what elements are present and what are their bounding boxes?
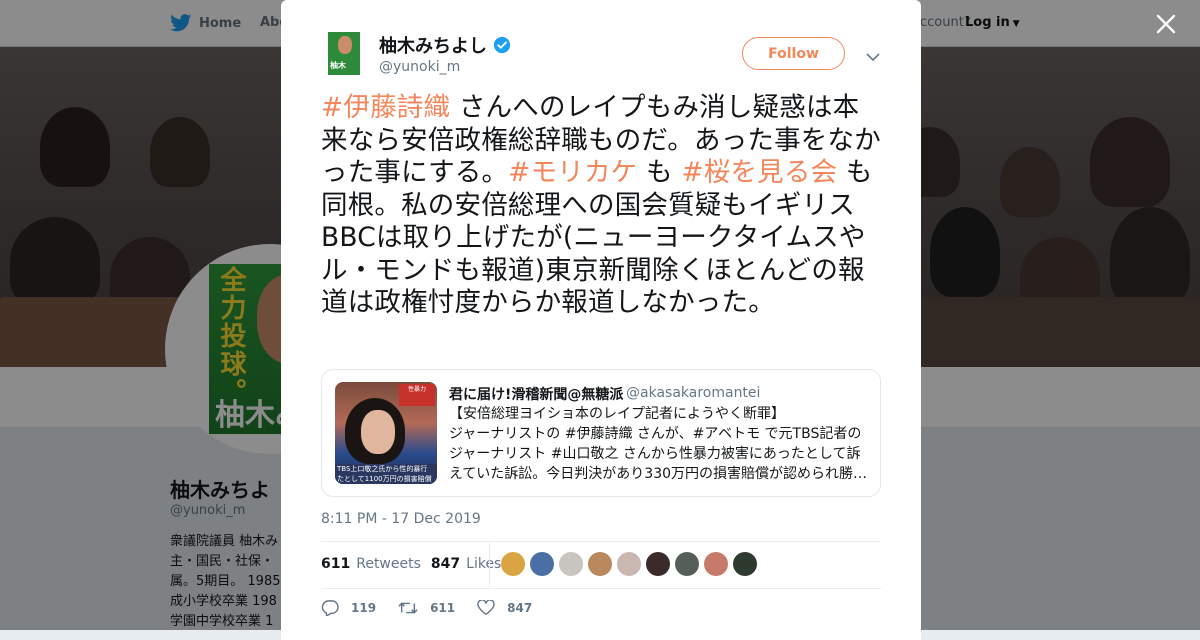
liker-avatar[interactable]	[733, 552, 757, 576]
stats-separator	[489, 543, 490, 587]
tweet-text-segment: も	[637, 157, 682, 188]
author-avatar[interactable]: 柚木	[328, 32, 360, 75]
divider	[321, 541, 881, 542]
like-count: 847	[507, 601, 533, 615]
tweet-text: #伊藤詩織 さんへのレイプもみ消し疑惑は本来なら安倍政権総辞職ものだ。あった事を…	[321, 92, 886, 320]
divider	[321, 588, 881, 589]
hashtag-link[interactable]: #伊藤詩織	[321, 92, 450, 123]
liker-avatar[interactable]	[646, 552, 670, 576]
hashtag-link[interactable]: #桜を見る会	[681, 157, 837, 188]
retweets-count: 611	[321, 556, 351, 572]
author-handle[interactable]: @yunoki_m	[379, 59, 460, 75]
author-name[interactable]: 柚木みちよし	[379, 32, 511, 58]
tweet-modal: 柚木 柚木みちよし @yunoki_m Follow #伊藤詩織 さんへのレイプ…	[281, 0, 921, 640]
liker-avatar[interactable]	[501, 552, 525, 576]
likes-stat[interactable]: 847 Likes	[431, 556, 501, 572]
likes-count: 847	[430, 556, 461, 572]
quoted-tweet-thumbnail: 性暴力 TBS上口敬之氏から性的暴行 たとして1100万円の損害賠償	[335, 382, 437, 484]
heart-icon	[477, 600, 495, 616]
liker-avatar[interactable]	[530, 552, 554, 576]
retweet-button[interactable]: 611	[398, 600, 455, 616]
tweet-actions: 119 611 847	[321, 600, 554, 616]
liker-avatars	[501, 552, 762, 576]
reply-count: 119	[351, 601, 377, 615]
likes-label: Likes	[466, 556, 502, 572]
verified-badge-icon	[493, 36, 511, 54]
liker-avatar[interactable]	[617, 552, 641, 576]
thumbnail-badge: 性暴力	[399, 384, 435, 406]
retweet-icon	[398, 602, 418, 614]
liker-avatar[interactable]	[675, 552, 699, 576]
hashtag-link[interactable]: #モリカケ	[508, 157, 637, 188]
quoted-author-name: 君に届け!滑稽新聞@無糖派	[449, 387, 624, 403]
thumbnail-caption: TBS上口敬之氏から性的暴行 たとして1100万円の損害賠償	[335, 464, 437, 484]
reply-button[interactable]: 119	[321, 600, 376, 616]
retweet-count: 611	[430, 601, 456, 615]
like-button[interactable]: 847	[477, 600, 532, 616]
quoted-author-handle: @akasakaromantei	[626, 385, 761, 401]
follow-button[interactable]: Follow	[742, 37, 845, 70]
liker-avatar[interactable]	[588, 552, 612, 576]
retweets-stat[interactable]: 611 Retweets	[321, 556, 421, 572]
quoted-tweet-text: 【安倍総理ヨイショ本のレイプ記者にようやく断罪】 ジャーナリストの #伊藤詩織 …	[449, 406, 868, 482]
tweet-stats: 611 Retweets 847 Likes	[321, 556, 511, 572]
liker-avatar[interactable]	[704, 552, 728, 576]
more-options-chevron-icon[interactable]	[866, 47, 880, 66]
liker-avatar[interactable]	[559, 552, 583, 576]
reply-icon	[321, 600, 339, 616]
tweet-timestamp[interactable]: 8:11 PM - 17 Dec 2019	[321, 511, 481, 527]
retweets-label: Retweets	[356, 556, 421, 572]
quoted-tweet[interactable]: 性暴力 TBS上口敬之氏から性的暴行 たとして1100万円の損害賠償 君に届け!…	[321, 369, 881, 497]
author-name-text: 柚木みちよし	[379, 36, 487, 57]
close-icon[interactable]	[1152, 10, 1180, 42]
